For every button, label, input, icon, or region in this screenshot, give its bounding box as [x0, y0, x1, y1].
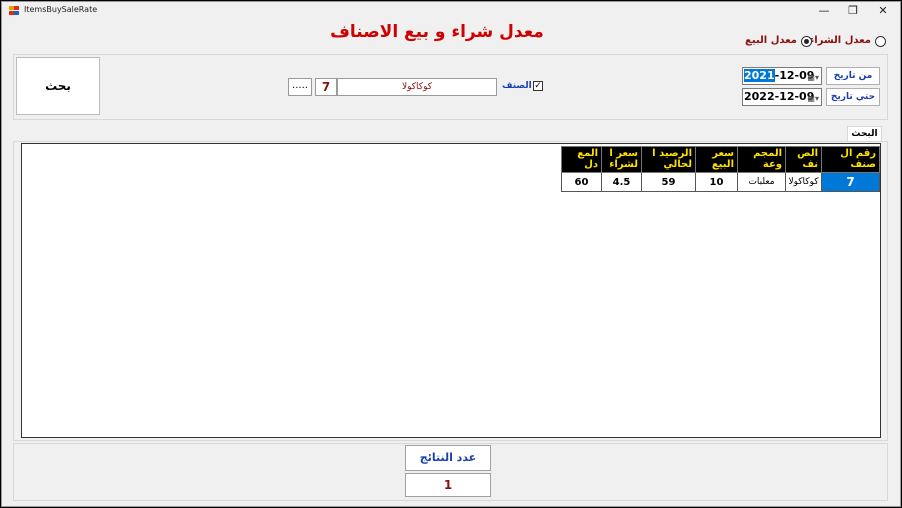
cell-item-name[interactable]: كوكاكولا: [785, 172, 822, 192]
column-header-item[interactable]: الص نف: [785, 146, 822, 173]
item-checkbox[interactable]: ✓: [533, 81, 543, 91]
to-date-picker[interactable]: 2022-12-09 ▦▾: [742, 88, 822, 106]
item-name-field[interactable]: كوكاكولا: [337, 78, 497, 96]
cell-buy-price[interactable]: 4.5: [601, 172, 642, 192]
column-header-group[interactable]: المجم وعة: [737, 146, 786, 173]
column-header-buy-price[interactable]: سعر ا لشراء: [601, 146, 642, 173]
table-header-row: المع دل سعر ا لشراء الرصيد ا لحالي سعر ا…: [561, 146, 880, 173]
results-table[interactable]: المع دل سعر ا لشراء الرصيد ا لحالي سعر ا…: [561, 146, 880, 192]
cell-item-code[interactable]: 7: [821, 172, 880, 192]
column-header-balance[interactable]: الرصيد ا لحالي: [641, 146, 696, 173]
to-date-value: 2022-12-09: [744, 90, 815, 103]
browse-item-button[interactable]: .....: [288, 78, 312, 96]
column-header-rate[interactable]: المع دل: [561, 146, 602, 173]
minimize-icon[interactable]: —: [810, 3, 838, 19]
radio-circle-selected[interactable]: [801, 36, 812, 47]
search-button[interactable]: بحث: [16, 57, 100, 115]
to-date-label: حتي تاريخ: [826, 88, 880, 106]
from-date-picker[interactable]: 2021-12-09 ▦▾: [742, 67, 822, 85]
window-title: ItemsBuySaleRate: [24, 5, 98, 14]
cell-group[interactable]: معلبات: [737, 172, 786, 192]
cell-sale-price[interactable]: 10: [695, 172, 738, 192]
radio-sale-label: معدل البيع: [745, 35, 797, 46]
page-title: معدل شراء و بيع الاصناف: [330, 22, 544, 42]
from-date-label: من تاريخ: [826, 67, 880, 85]
radio-circle[interactable]: [875, 36, 886, 47]
title-bar: ItemsBuySaleRate — ❐ ✕: [2, 2, 900, 20]
results-grid[interactable]: المع دل سعر ا لشراء الرصيد ا لحالي سعر ا…: [21, 143, 881, 438]
radio-sale-rate[interactable]: معدل البيع: [742, 35, 812, 49]
radio-buy-rate[interactable]: معدل الشراء: [809, 35, 886, 49]
app-icon: [9, 6, 20, 16]
app-window: ItemsBuySaleRate — ❐ ✕ معدل شراء و بيع ا…: [1, 1, 901, 507]
item-checkbox-label: الصنف: [502, 81, 532, 91]
cell-rate[interactable]: 60: [561, 172, 602, 192]
maximize-icon[interactable]: ❐: [839, 3, 867, 19]
from-date-year: 2021: [744, 69, 775, 82]
column-header-item-code[interactable]: رقم ال صنف: [821, 146, 880, 173]
tab-search[interactable]: البحث: [847, 126, 882, 142]
close-icon[interactable]: ✕: [869, 3, 897, 19]
radio-buy-label: معدل الشراء: [809, 35, 871, 46]
item-code-field[interactable]: 7: [315, 78, 337, 96]
column-header-sale-price[interactable]: سعر البيع: [695, 146, 738, 173]
table-row[interactable]: 60 4.5 59 10 معلبات كوكاكولا 7: [561, 172, 880, 192]
results-count-button[interactable]: عدد النتائج: [405, 445, 491, 471]
results-count-value: 1: [405, 473, 491, 497]
calendar-dropdown-icon[interactable]: ▦▾: [807, 70, 819, 86]
calendar-dropdown-icon[interactable]: ▦▾: [807, 91, 819, 107]
cell-balance[interactable]: 59: [641, 172, 696, 192]
